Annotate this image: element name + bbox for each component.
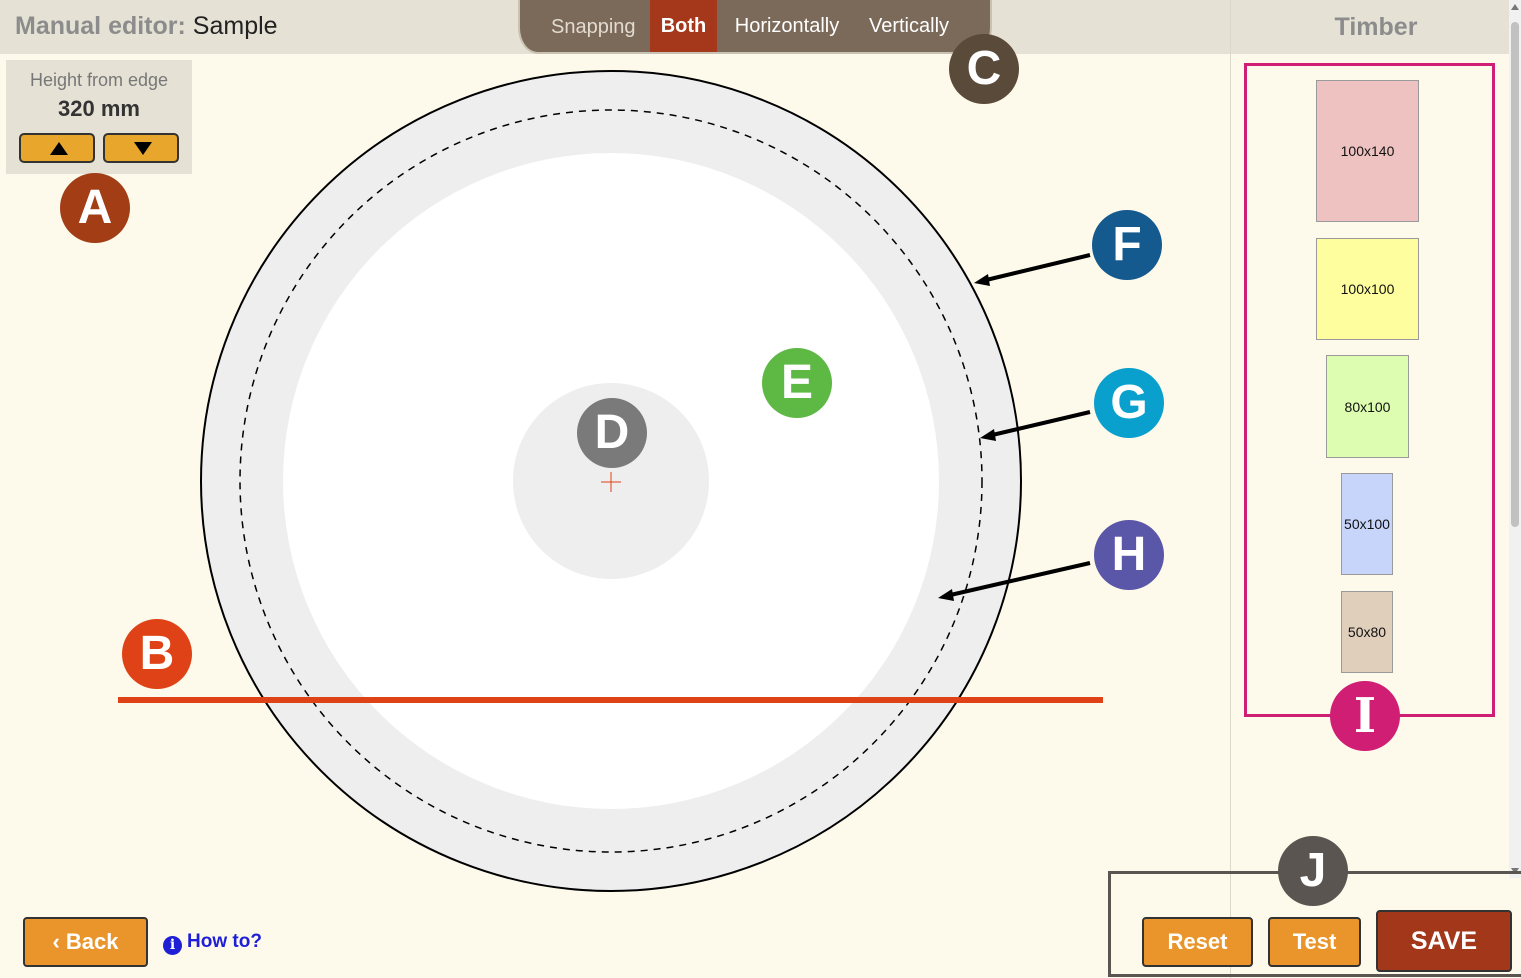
info-icon: i bbox=[163, 936, 182, 955]
height-up-button[interactable] bbox=[19, 133, 95, 163]
height-from-edge-panel: Height from edge 320 mm bbox=[6, 60, 192, 174]
scroll-up-icon bbox=[1511, 4, 1519, 10]
scrollbar-thumb[interactable] bbox=[1511, 22, 1519, 527]
triangle-up-icon bbox=[50, 142, 68, 155]
callout-badge-i: I bbox=[1330, 681, 1400, 751]
timber-title: Timber bbox=[1231, 0, 1521, 54]
reset-button[interactable]: Reset bbox=[1142, 917, 1253, 967]
save-button[interactable]: SAVE bbox=[1376, 910, 1512, 972]
back-button[interactable]: ‹ Back bbox=[23, 917, 148, 967]
timber-scrollbar[interactable] bbox=[1509, 0, 1521, 878]
callout-badge-f: F bbox=[1092, 210, 1162, 280]
callout-badge-e: E bbox=[762, 348, 832, 418]
timber-item-50x80[interactable]: 50x80 bbox=[1341, 591, 1393, 673]
height-label: Height from edge bbox=[29, 70, 169, 90]
callout-badge-c: C bbox=[949, 34, 1019, 104]
callout-badge-g: G bbox=[1094, 368, 1164, 438]
timber-item-100x140[interactable]: 100x140 bbox=[1316, 80, 1419, 222]
timber-item-100x100[interactable]: 100x100 bbox=[1316, 238, 1419, 340]
callout-f-arrow bbox=[981, 253, 1091, 283]
chevron-left-icon: ‹ bbox=[52, 929, 60, 954]
callout-badge-a: A bbox=[60, 173, 130, 243]
how-to-link[interactable]: i How to? bbox=[163, 931, 262, 955]
height-value: 320 mm bbox=[58, 96, 140, 121]
test-button[interactable]: Test bbox=[1268, 917, 1361, 967]
timber-item-50x100[interactable]: 50x100 bbox=[1341, 473, 1393, 575]
back-label: Back bbox=[65, 929, 119, 954]
callout-badge-j: J bbox=[1278, 836, 1348, 906]
how-to-label: How to? bbox=[187, 931, 262, 952]
callout-badge-d: D bbox=[577, 398, 647, 468]
callout-badge-b: B bbox=[122, 619, 192, 689]
callout-badge-h: H bbox=[1094, 520, 1164, 590]
timber-item-80x100[interactable]: 80x100 bbox=[1326, 355, 1409, 458]
height-down-button[interactable] bbox=[103, 133, 179, 163]
triangle-down-icon bbox=[134, 142, 152, 155]
callout-f-arrowhead bbox=[974, 274, 990, 286]
